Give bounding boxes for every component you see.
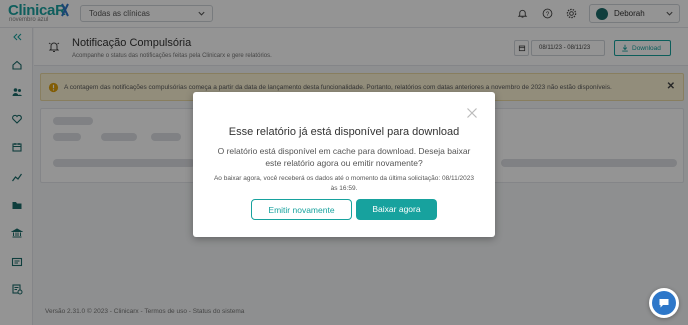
chat-icon [652, 291, 676, 315]
download-now-button[interactable]: Baixar agora [356, 199, 437, 220]
modal-title: Esse relatório já está disponível para d… [228, 126, 460, 138]
close-icon[interactable] [466, 107, 478, 119]
modal-note: Ao baixar agora, você receberá os dados … [213, 175, 475, 192]
modal-body: O relatório está disponível em cache par… [217, 146, 471, 168]
download-modal: Esse relatório já está disponível para d… [193, 92, 495, 237]
chat-button[interactable] [649, 288, 679, 318]
emit-again-button[interactable]: Emitir novamente [251, 199, 352, 220]
